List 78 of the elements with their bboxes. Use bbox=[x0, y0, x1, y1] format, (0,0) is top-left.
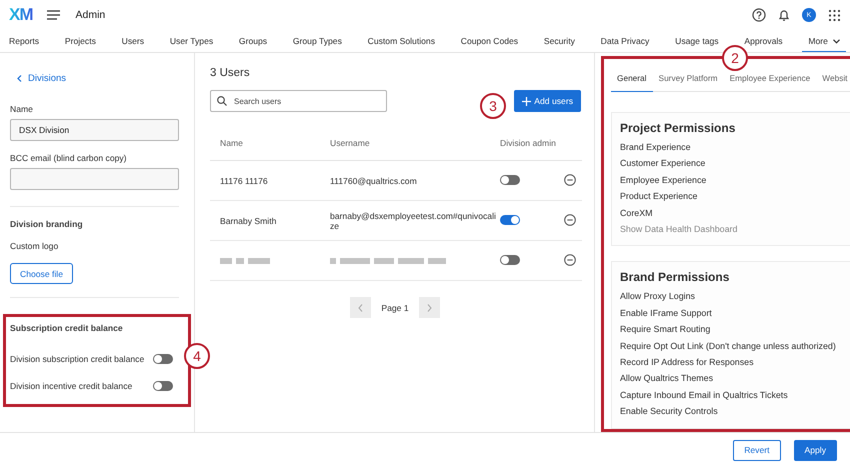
email-field[interactable] bbox=[10, 168, 179, 190]
table-cell: 111760@qualtrics.com bbox=[330, 160, 500, 200]
toggle-label: Division subscription credit balance bbox=[10, 354, 144, 364]
column-header: Username bbox=[330, 130, 500, 160]
nav-tab[interactable]: Projects bbox=[58, 36, 102, 52]
permission-item[interactable]: Brand Experience bbox=[620, 139, 850, 156]
chevron-right-icon bbox=[426, 304, 432, 312]
redacted-text bbox=[220, 258, 270, 264]
help-icon[interactable] bbox=[752, 8, 766, 22]
toggle-label: Division incentive credit balance bbox=[10, 380, 132, 390]
chevron-left-icon bbox=[358, 304, 364, 312]
nav-tab[interactable]: More bbox=[802, 36, 846, 52]
permission-item[interactable]: Capture Inbound Email in Qualtrics Tickets bbox=[620, 386, 850, 404]
card-title: Brand Permissions bbox=[620, 270, 730, 284]
nav-tab[interactable]: Users bbox=[116, 36, 150, 52]
toggle-switch[interactable] bbox=[500, 214, 520, 224]
chevron-left-icon bbox=[17, 75, 22, 82]
remove-icon[interactable] bbox=[564, 254, 576, 266]
chevron-down-icon bbox=[832, 38, 840, 44]
column-header: Division admin bbox=[500, 130, 562, 160]
permission-tab[interactable]: Employee Experience bbox=[724, 70, 816, 92]
page-label: Page 1 bbox=[381, 302, 409, 312]
back-link[interactable]: Divisions bbox=[17, 73, 194, 84]
nav-tab[interactable]: User Types bbox=[164, 36, 220, 52]
remove-icon[interactable] bbox=[564, 174, 576, 186]
plus-icon bbox=[522, 96, 532, 106]
page-title: Admin bbox=[76, 9, 106, 21]
section-heading: Subscription credit balance bbox=[10, 323, 124, 333]
permission-item[interactable]: Product Experience bbox=[620, 188, 850, 205]
nav-tab[interactable]: Usage tags bbox=[669, 36, 725, 52]
add-users-button[interactable]: Add users bbox=[514, 90, 581, 112]
revert-button[interactable]: Revert bbox=[733, 440, 780, 460]
name-field[interactable]: DSX Division bbox=[10, 119, 179, 141]
callout-badge: 3 bbox=[480, 93, 506, 119]
bell-icon[interactable] bbox=[778, 8, 790, 22]
permission-item[interactable]: Record IP Address for Responses bbox=[620, 354, 850, 370]
search-icon bbox=[217, 96, 227, 106]
remove-icon[interactable] bbox=[564, 214, 576, 226]
table-cell: barnaby@dsxemployeetest.com#qunivocalize bbox=[330, 200, 500, 240]
field-label: Name bbox=[10, 104, 34, 114]
toggle-switch[interactable] bbox=[500, 174, 520, 184]
toggle-switch[interactable] bbox=[153, 380, 173, 390]
permission-tab[interactable]: Websit bbox=[816, 70, 850, 92]
nav-tab[interactable]: Data Privacy bbox=[594, 36, 656, 52]
search-field[interactable]: Search users bbox=[210, 90, 387, 112]
field-label: BCC email (blind carbon copy) bbox=[10, 153, 128, 163]
choose-file-button[interactable]: Choose file bbox=[10, 263, 73, 284]
field-label: Custom logo bbox=[10, 241, 60, 251]
section-heading: Division branding bbox=[10, 219, 84, 229]
card-title: Project Permissions bbox=[620, 121, 736, 135]
nav-tab[interactable]: Custom Solutions bbox=[362, 36, 441, 52]
toggle-switch[interactable] bbox=[153, 354, 173, 364]
callout-badge: 4 bbox=[184, 343, 210, 369]
permission-tab[interactable]: Survey Platform bbox=[652, 70, 724, 92]
table-cell: 11176 11176 bbox=[210, 160, 330, 200]
nav-tab[interactable]: Coupon Codes bbox=[454, 36, 524, 52]
users-count: 3 Users bbox=[210, 67, 251, 79]
toggle-switch[interactable] bbox=[500, 254, 520, 264]
menu-icon[interactable] bbox=[46, 10, 60, 20]
permission-item[interactable]: Require Opt Out Link (Don't change unless authorized) bbox=[620, 338, 850, 354]
permission-tab[interactable]: General bbox=[611, 70, 653, 92]
nav-tab[interactable]: Reports bbox=[3, 36, 46, 52]
permission-item[interactable]: CoreXM bbox=[620, 204, 850, 222]
callout-badge: 2 bbox=[722, 45, 748, 71]
nav-tab[interactable]: Group Types bbox=[286, 36, 348, 52]
nav-tab[interactable]: Groups bbox=[232, 36, 274, 52]
permission-item[interactable]: Enable IFrame Support bbox=[620, 304, 850, 322]
permission-item[interactable]: Allow Proxy Logins bbox=[620, 288, 850, 305]
apps-grid-icon[interactable] bbox=[828, 8, 841, 22]
column-header: Name bbox=[210, 130, 330, 160]
permission-item[interactable]: Allow Qualtrics Themes bbox=[620, 370, 850, 387]
permission-item[interactable]: Employee Experience bbox=[620, 172, 850, 188]
nav-tab[interactable]: Security bbox=[538, 36, 581, 52]
permission-item[interactable]: Customer Experience bbox=[620, 155, 850, 172]
permission-item[interactable]: Require Smart Routing bbox=[620, 321, 850, 338]
apply-button[interactable]: Apply bbox=[794, 440, 837, 460]
table-cell: Barnaby Smith bbox=[210, 200, 330, 240]
permission-item[interactable]: Enable Security Controls bbox=[620, 403, 850, 420]
